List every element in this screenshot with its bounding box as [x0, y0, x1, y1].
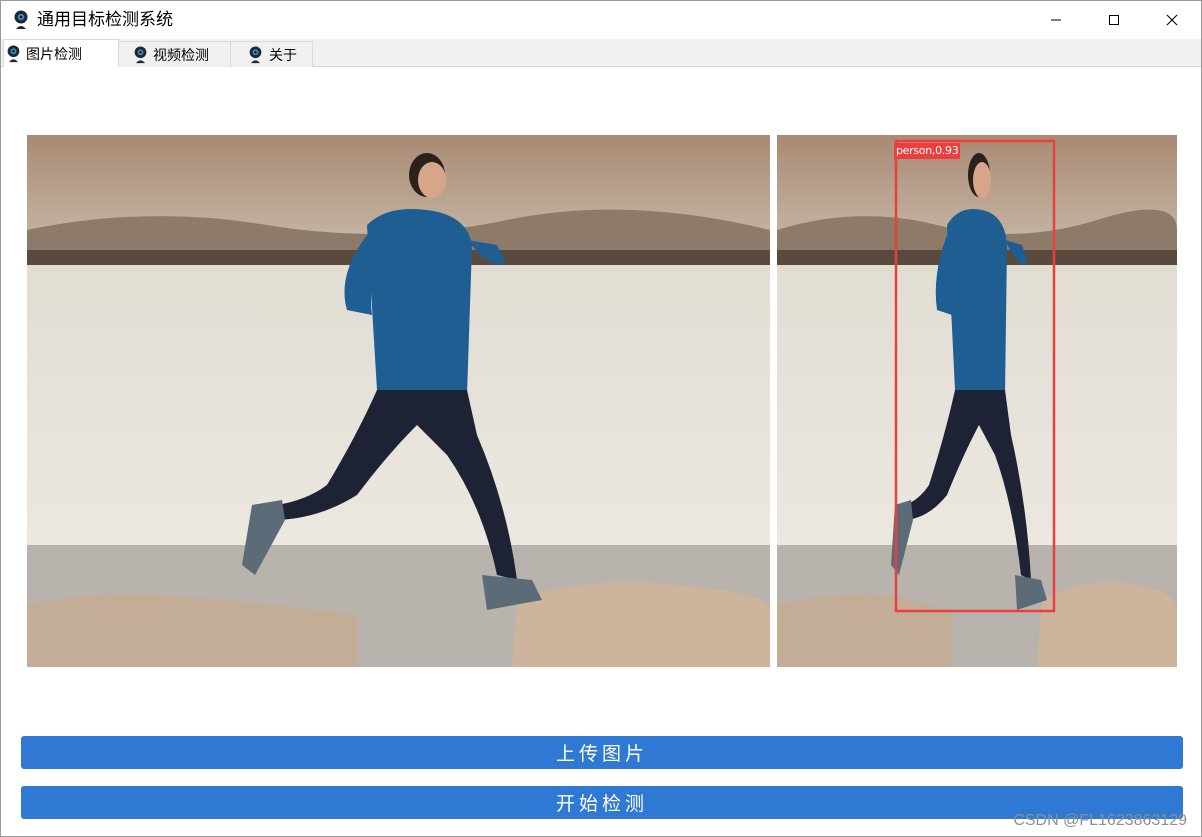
close-button[interactable] — [1143, 1, 1201, 39]
watermark: CSDN @FL1623863129 — [1013, 812, 1187, 829]
original-image — [27, 135, 770, 667]
tab-label: 关于 — [269, 47, 297, 64]
minimize-icon — [1050, 14, 1062, 26]
tab-about[interactable]: 关于 — [230, 41, 313, 67]
tab-content-image-detection: person,0.93 上传图片 开始检测 CSDN @FL1623863129 — [1, 67, 1201, 836]
start-detection-button[interactable]: 开始检测 — [21, 786, 1183, 819]
window-title: 通用目标检测系统 — [37, 10, 173, 30]
webcam-icon — [6, 45, 21, 63]
result-image: person,0.93 — [777, 135, 1177, 667]
close-icon — [1166, 14, 1178, 26]
tab-video-detection[interactable]: 视频检测 — [118, 41, 231, 67]
webcam-icon — [13, 10, 29, 30]
tab-label: 图片检测 — [26, 47, 82, 63]
maximize-button[interactable] — [1085, 1, 1143, 39]
title-bar: 通用目标检测系统 — [1, 1, 1201, 39]
webcam-icon — [133, 46, 148, 64]
maximize-icon — [1108, 14, 1120, 26]
app-window: 通用目标检测系统 图片检测 视频检测 关于 person,0.93 上传图片 开… — [0, 0, 1202, 837]
tab-image-detection[interactable]: 图片检测 — [3, 39, 119, 68]
tab-label: 视频检测 — [153, 47, 209, 64]
detection-label: person,0.93 — [894, 143, 961, 159]
tab-bar: 图片检测 视频检测 关于 — [1, 39, 1201, 68]
upload-image-button[interactable]: 上传图片 — [21, 736, 1183, 769]
webcam-icon — [248, 46, 263, 64]
minimize-button[interactable] — [1027, 1, 1085, 39]
